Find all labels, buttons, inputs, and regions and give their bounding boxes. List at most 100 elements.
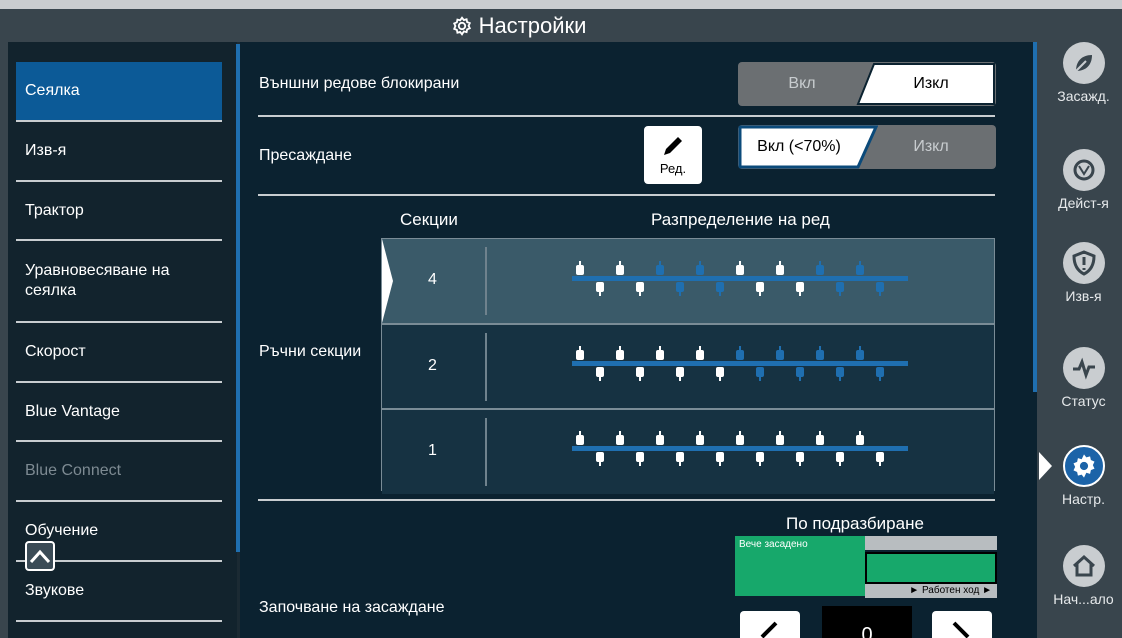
divider <box>485 333 487 401</box>
row-unit <box>836 452 844 466</box>
divider <box>258 499 995 501</box>
divider <box>16 620 222 622</box>
row-unit <box>716 367 724 381</box>
row-unit <box>596 367 604 381</box>
row-unit <box>696 431 704 445</box>
sections-column-header: Секции <box>400 210 458 229</box>
edit-button[interactable]: Ред. <box>644 126 702 184</box>
row-unit <box>876 282 884 296</box>
gear-icon <box>452 15 471 36</box>
row-unit <box>756 367 764 381</box>
top-status-strip <box>0 0 1122 9</box>
row-unit <box>636 282 644 296</box>
nav-alerts[interactable]: Изв-я <box>1045 242 1122 304</box>
nav-label: Засажд. <box>1057 88 1110 104</box>
nav-label: Изв-я <box>1065 288 1102 304</box>
nav-status[interactable]: Статус <box>1045 347 1122 409</box>
row-unit <box>656 431 664 445</box>
divider <box>258 115 995 117</box>
row-unit <box>616 431 624 445</box>
distribution-column-header: Разпределение на ред <box>651 210 830 229</box>
nav-planting[interactable]: Засажд. <box>1045 42 1122 104</box>
row-unit <box>676 367 684 381</box>
sidebar-item-label: Blue Connect <box>25 462 122 479</box>
selected-indicator <box>382 239 393 323</box>
edit-button-label: Ред. <box>659 161 687 176</box>
planting-start-preview: Вече засадено ► Работен ход ► <box>735 536 997 598</box>
sidebar-item-alerts[interactable]: Изв-я <box>16 122 222 180</box>
nav-label: Настр. <box>1062 491 1105 507</box>
sidebar-item-speed[interactable]: Скорост <box>16 323 222 381</box>
row-unit <box>696 346 704 360</box>
nav-label: Дейст-я <box>1058 195 1109 211</box>
toggle-off-option[interactable]: Изкл <box>866 62 996 106</box>
row-unit <box>596 282 604 296</box>
row-unit <box>616 346 624 360</box>
sidebar-item-seeder[interactable]: Сеялка <box>16 62 222 120</box>
status-pulse-icon <box>1062 347 1105 389</box>
divider <box>485 247 487 315</box>
row-unit <box>876 367 884 381</box>
sidebar-item-label: Скорост <box>25 343 86 360</box>
planting-icon <box>1062 42 1105 84</box>
replant-toggle[interactable]: Вкл (<70%) Изкл <box>738 125 996 169</box>
row-unit <box>576 261 584 275</box>
sidebar-item-label: Трактор <box>25 202 84 219</box>
planting-start-label: Започване на засаждане <box>259 599 445 616</box>
manual-sections-label: Ръчни секции <box>259 343 362 360</box>
row-unit <box>756 282 764 296</box>
sidebar-item-blue-vantage[interactable]: Blue Vantage <box>16 383 222 441</box>
sidebar-item-label: Blue Vantage <box>25 403 120 420</box>
nav-label: Нач...ало <box>1053 591 1114 607</box>
row-unit <box>656 261 664 275</box>
toggle-on-option[interactable]: Вкл (<70%) <box>738 125 860 169</box>
chevron-up-icon <box>29 549 51 564</box>
settings-gear-icon <box>1062 445 1105 487</box>
sidebar-item-tractor[interactable]: Трактор <box>16 182 222 240</box>
row-unit <box>776 261 784 275</box>
row-unit <box>636 367 644 381</box>
nav-settings[interactable]: Настр. <box>1045 445 1122 507</box>
frame-border <box>0 42 8 638</box>
row-unit <box>756 452 764 466</box>
scroll-up-button[interactable] <box>25 541 55 571</box>
operations-icon <box>1062 149 1105 191</box>
outer-rows-locked-toggle[interactable]: Вкл Изкл <box>738 62 996 106</box>
decrease-button[interactable] <box>740 611 800 638</box>
row-unit <box>676 282 684 296</box>
row-unit <box>856 261 864 275</box>
row-unit <box>856 431 864 445</box>
increase-button[interactable] <box>932 611 992 638</box>
row-unit <box>676 452 684 466</box>
preview-bar-top <box>865 536 997 550</box>
page-title: Настройки <box>478 12 587 38</box>
row-unit <box>596 452 604 466</box>
row-unit <box>876 452 884 466</box>
row-unit <box>856 346 864 360</box>
toggle-off-option[interactable]: Изкл <box>866 125 996 169</box>
title-bar: Настройки <box>0 9 1037 42</box>
divider <box>258 194 995 196</box>
row-unit <box>776 346 784 360</box>
toggle-on-option[interactable]: Вкл <box>738 62 866 106</box>
working-travel-label: ► Работен ход ► <box>865 584 997 598</box>
row-unit <box>576 431 584 445</box>
sidebar-item-balancing[interactable]: Уравновесяване на сеялка <box>16 241 222 320</box>
sidebar-item-label: Звукове <box>25 582 85 599</box>
sidebar-item-label: Обучение <box>25 522 99 539</box>
chevron-right-icon <box>952 621 970 638</box>
row-distribution-graphic-1 <box>572 431 908 466</box>
planting-start-value: 0 <box>822 606 912 638</box>
default-title: По подразбиране <box>786 514 924 533</box>
row-unit <box>636 452 644 466</box>
row-unit <box>736 346 744 360</box>
outer-rows-locked-label: Външни редове блокирани <box>259 75 460 92</box>
nav-home[interactable]: Нач...ало <box>1045 545 1122 607</box>
pencil-icon <box>664 137 682 155</box>
nav-operations[interactable]: Дейст-я <box>1045 149 1122 211</box>
row-unit <box>796 452 804 466</box>
row-unit <box>816 346 824 360</box>
sidebar-item-label: Изв-я <box>25 142 67 159</box>
divider <box>485 418 487 486</box>
nav-label: Статус <box>1061 393 1106 409</box>
